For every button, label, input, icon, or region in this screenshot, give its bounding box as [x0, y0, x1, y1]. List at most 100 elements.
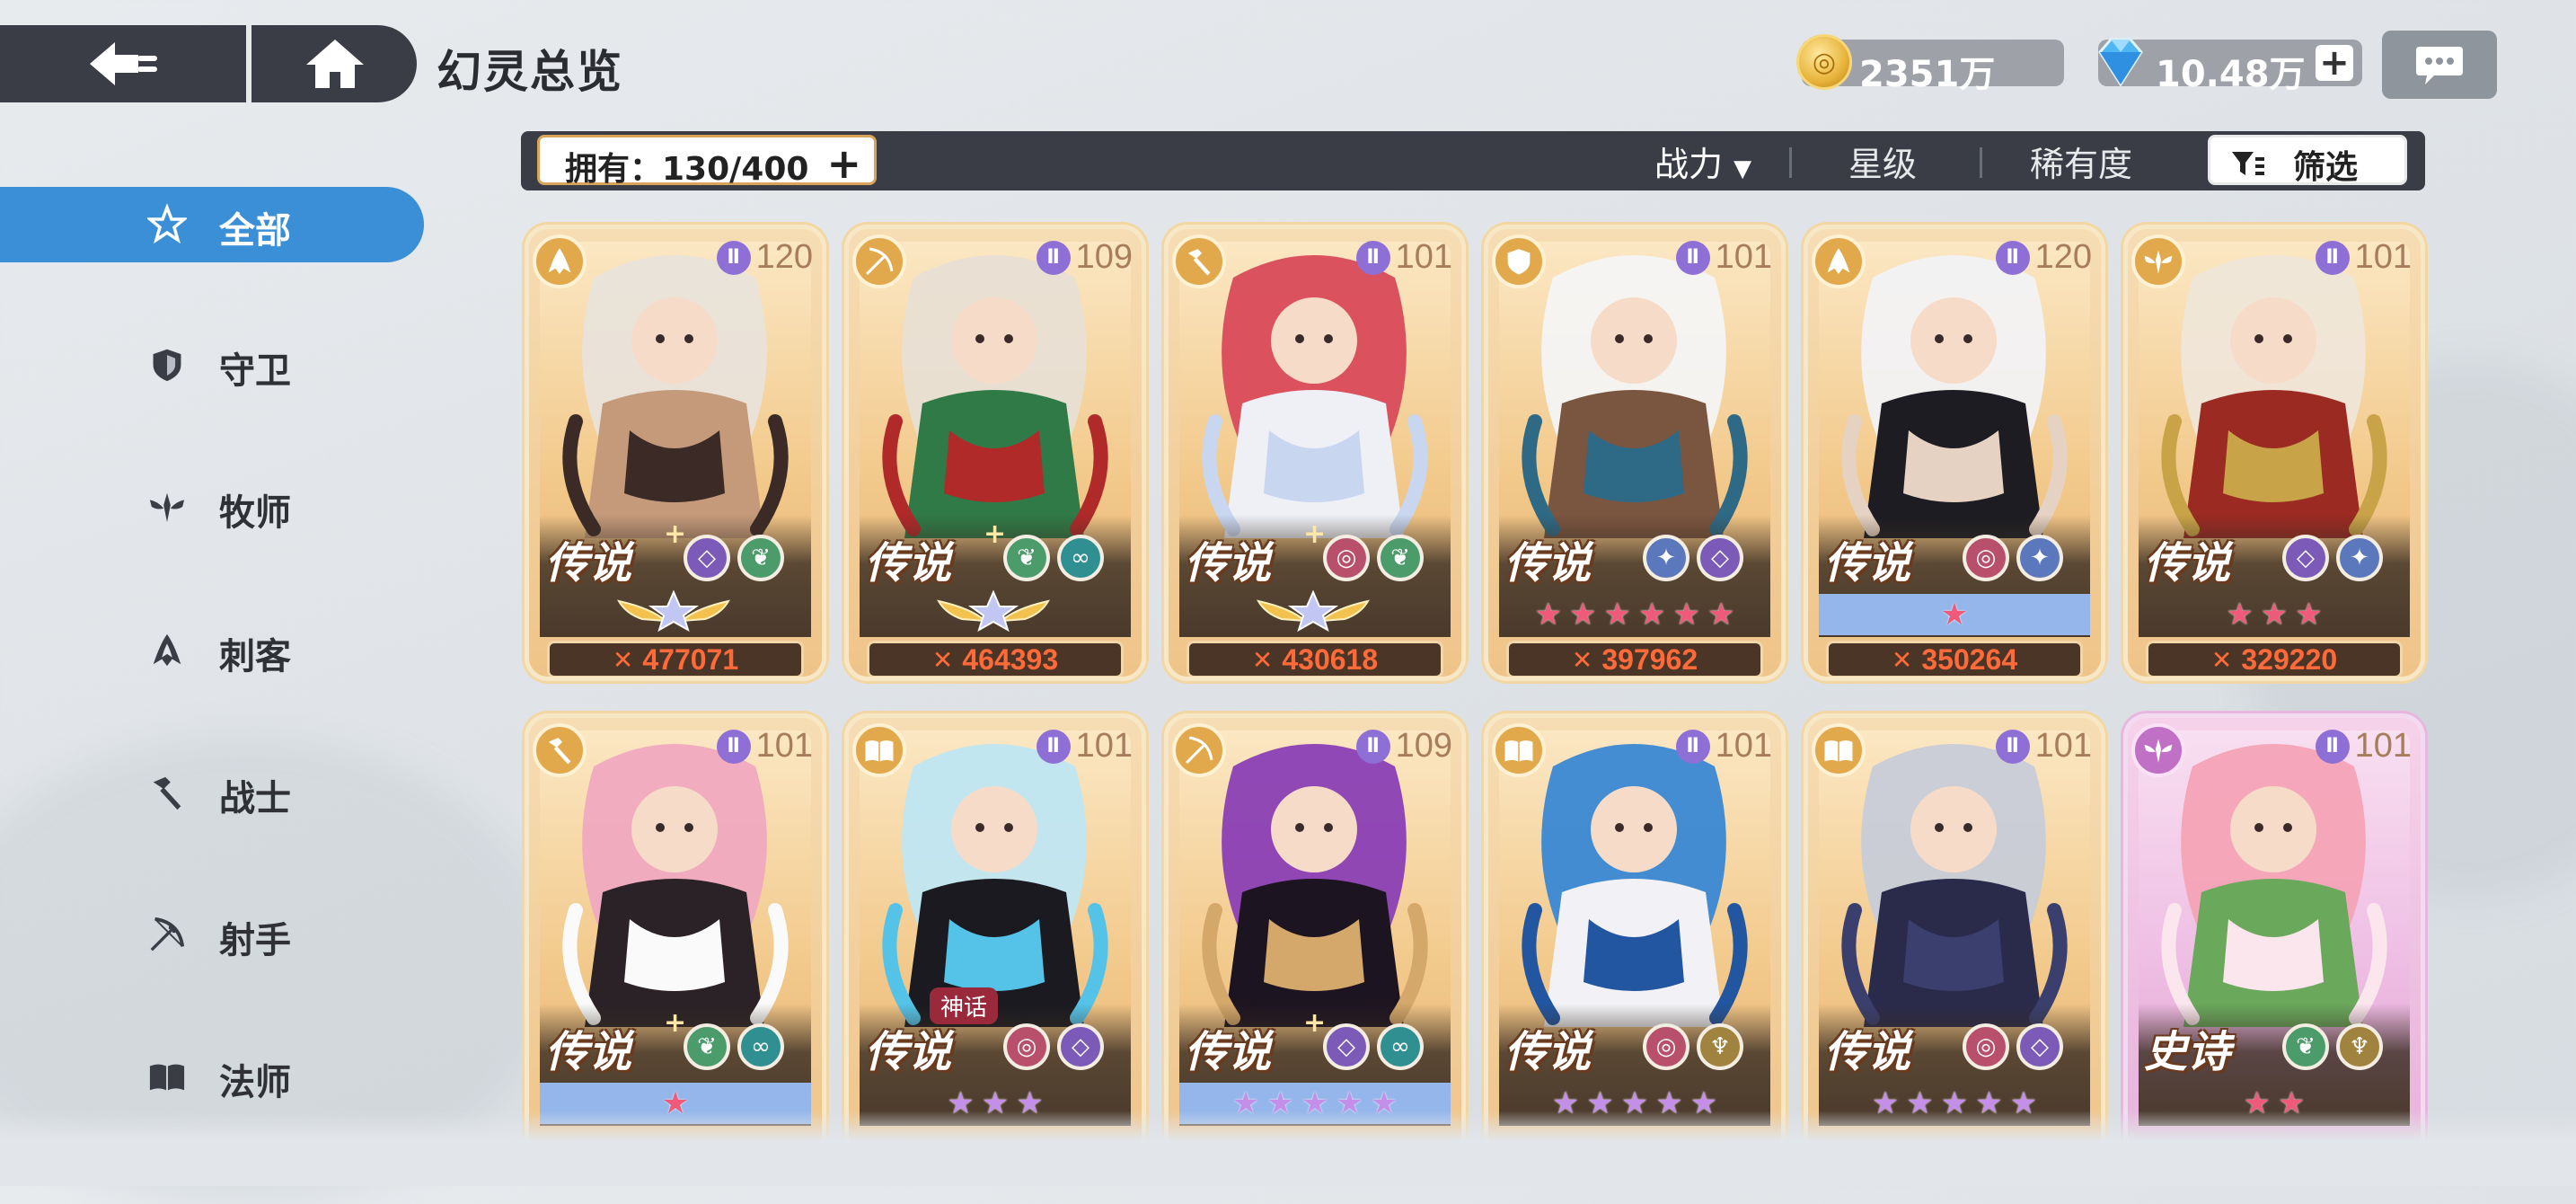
- element-swirl-icon: ◎: [1963, 1023, 2009, 1070]
- star-icon: ★: [1534, 597, 1563, 633]
- assassin-icon: [147, 631, 187, 670]
- hero-card[interactable]: Ⅱ 101 传说 + ❦ ∞ ★: [525, 713, 826, 1170]
- element-purple-icon: ◇: [2282, 535, 2329, 581]
- hero-level: 109: [1395, 727, 1452, 765]
- warrior-icon: [1172, 235, 1226, 288]
- rarity-label: 传说: [545, 538, 632, 589]
- rarity-label: 传说: [1504, 538, 1592, 589]
- sidebar-item-mage[interactable]: 法师: [0, 1039, 424, 1114]
- back-button[interactable]: [0, 25, 244, 102]
- add-gems-button[interactable]: +: [2316, 45, 2353, 81]
- level-display: Ⅱ 101: [1675, 727, 1772, 766]
- expand-capacity-button[interactable]: +: [826, 139, 861, 188]
- sort-by-power[interactable]: 战力 ▼: [1654, 137, 1751, 186]
- advance-icon: Ⅱ: [1355, 729, 1390, 764]
- combat-power-bar: ✕ 397962: [1506, 641, 1763, 677]
- mage-icon: [852, 723, 906, 777]
- star-icon: ★: [2295, 597, 2323, 633]
- owned-count: 拥有：130/400: [565, 151, 809, 188]
- archer-icon: [147, 915, 187, 954]
- bottom-fade: [0, 1111, 2576, 1186]
- all-icon: [147, 203, 187, 244]
- rarity-label: 传说: [1824, 538, 1911, 589]
- filter-button[interactable]: 筛选: [2208, 135, 2407, 186]
- rarity-label: 传说: [1185, 538, 1272, 589]
- hero-card[interactable]: Ⅱ 101 史诗 ❦ ♆ ★ ★: [2123, 713, 2425, 1170]
- level-display: Ⅱ 101: [716, 727, 813, 766]
- rarity-label: 传说: [1824, 1027, 1911, 1077]
- awaken-wing-emblem-icon: [1257, 589, 1370, 633]
- star-icon: ★: [1638, 597, 1666, 633]
- sort-by-star[interactable]: 星级: [1848, 137, 1917, 186]
- owned-count-box[interactable]: 拥有：130/400 +: [537, 135, 877, 188]
- gold-coin-icon: ◎: [1796, 34, 1852, 90]
- hero-card[interactable]: Ⅱ 101 传说 ◎ ◇ ★ ★ ★ ★ ★: [1804, 713, 2105, 1170]
- rarity-plus-icon: +: [1303, 518, 1327, 550]
- sidebar-item-archer[interactable]: 射手: [0, 897, 424, 972]
- combat-power: 350264: [1921, 642, 2018, 676]
- combat-power-bar: ✕ 329220: [2146, 641, 2403, 677]
- sidebar-item-all[interactable]: 全部: [0, 187, 424, 262]
- sidebar-item-shield[interactable]: 守卫: [0, 327, 424, 403]
- level-display: Ⅱ 120: [716, 238, 813, 277]
- sidebar-item-assassin[interactable]: 刺客: [0, 613, 424, 688]
- crossed-swords-icon: ✕: [931, 644, 954, 675]
- element-teal-icon: ∞: [1377, 1023, 1424, 1070]
- gold-currency[interactable]: ◎ 2351万: [1796, 34, 2064, 95]
- star-icon: ★: [1707, 597, 1735, 633]
- hero-card[interactable]: Ⅱ 120 传说 + ◇ ❦ ✕ 477071: [525, 225, 826, 681]
- mage-icon: [1492, 723, 1546, 777]
- combat-power-bar: ✕ 430618: [1187, 641, 1443, 677]
- priest-icon: [2131, 235, 2185, 288]
- star-icon: ★: [1940, 597, 1969, 633]
- combat-power: 430618: [1282, 642, 1379, 676]
- hero-card[interactable]: Ⅱ 109 传说 + ❦ ∞ ✕ 464393: [844, 225, 1146, 681]
- priest-icon: [147, 487, 187, 527]
- chat-button[interactable]: [2382, 31, 2497, 99]
- home-button[interactable]: [253, 25, 417, 102]
- warrior-icon: [533, 723, 587, 777]
- filter-funnel-icon: [2232, 152, 2264, 175]
- diamond-icon: [2098, 38, 2143, 87]
- rarity-label: 传说: [545, 1027, 632, 1077]
- rarity-plus-icon: +: [664, 1007, 687, 1039]
- divider: [1980, 147, 1982, 178]
- sidebar-item-priest[interactable]: 牧师: [0, 469, 424, 544]
- crossed-swords-icon: ✕: [1571, 644, 1593, 675]
- element-green-icon: ❦: [1003, 535, 1050, 581]
- rarity-label: 史诗: [2144, 1027, 2231, 1077]
- level-display: Ⅱ 101: [2315, 727, 2412, 766]
- combat-power: 329220: [2241, 642, 2338, 676]
- advance-icon: Ⅱ: [1355, 240, 1390, 275]
- star-rating: ★ ★ ★: [2139, 594, 2410, 635]
- element-swirl-icon: ◎: [1003, 1023, 1050, 1070]
- hero-card[interactable]: Ⅱ 109 传说 + ◇ ∞ ★ ★ ★ ★ ★: [1164, 713, 1466, 1170]
- advance-icon: Ⅱ: [716, 729, 751, 764]
- hero-level: 109: [1075, 238, 1133, 276]
- hero-level: 101: [755, 727, 813, 765]
- crossed-swords-icon: ✕: [1891, 644, 1913, 675]
- star-icon: ★: [2226, 597, 2254, 633]
- hero-card[interactable]: Ⅱ 101 传说 ◇ ✦ ★ ★ ★ ✕ 329220: [2123, 225, 2425, 681]
- advance-icon: Ⅱ: [2315, 729, 2350, 764]
- gold-amount: 2351万: [1859, 54, 1996, 95]
- rarity-plus-icon: +: [664, 518, 687, 550]
- hero-card[interactable]: Ⅱ 101 神话 传说 ◎ ◇ ★ ★ ★: [844, 713, 1146, 1170]
- level-display: Ⅱ 120: [1995, 238, 2092, 277]
- hero-card[interactable]: Ⅱ 101 传说 ◎ ♆ ★ ★ ★ ★ ★: [1484, 713, 1786, 1170]
- mage-icon: [1812, 723, 1866, 777]
- page-title: 幻灵总览: [437, 46, 623, 98]
- hero-card[interactable]: Ⅱ 101 传说 ✦ ◇ ★ ★ ★ ★ ★ ★ ✕ 397962: [1484, 225, 1786, 681]
- element-purple-icon: ◇: [1323, 1023, 1370, 1070]
- hero-card[interactable]: Ⅱ 101 传说 + ◎ ❦ ✕ 430618: [1164, 225, 1466, 681]
- hero-level: 101: [2354, 238, 2412, 276]
- rarity-plus-icon: +: [1303, 1007, 1327, 1039]
- assassin-icon: [533, 235, 587, 288]
- sort-by-rarity[interactable]: 稀有度: [2030, 137, 2132, 186]
- divider: [1789, 147, 1792, 178]
- crossed-swords-icon: ✕: [1251, 644, 1274, 675]
- sidebar-item-warrior[interactable]: 战士: [0, 755, 424, 830]
- level-display: Ⅱ 101: [1355, 238, 1452, 277]
- hero-level: 120: [755, 238, 813, 276]
- hero-card[interactable]: Ⅱ 120 传说 ◎ ✦ ★ ✕ 350264: [1804, 225, 2105, 681]
